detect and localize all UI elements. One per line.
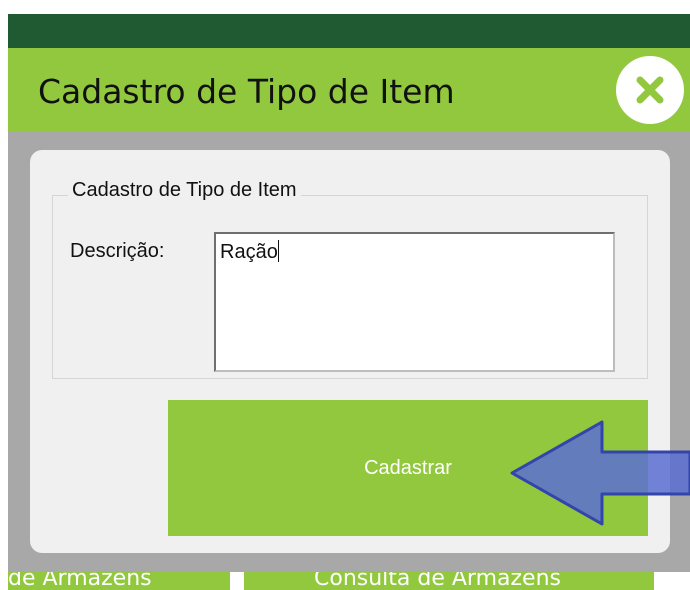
close-button[interactable]	[616, 56, 684, 124]
background-button-right: Consulta de Armazens	[244, 572, 654, 590]
description-field[interactable]: Ração	[214, 232, 615, 372]
close-icon	[636, 76, 664, 104]
pointer-arrow-icon	[510, 420, 690, 526]
background-button-left: de Armazens	[8, 572, 230, 590]
text-caret	[277, 240, 279, 262]
window-title: Cadastro de Tipo de Item	[38, 72, 455, 111]
description-label: Descrição:	[70, 240, 165, 262]
groupbox-title: Cadastro de Tipo de Item	[68, 179, 301, 202]
top-bar	[8, 14, 690, 48]
title-bar: Cadastro de Tipo de Item	[8, 48, 690, 132]
background-button-right-label: Consulta de Armazens	[314, 572, 561, 590]
cadastrar-button-label: Cadastrar	[364, 456, 452, 479]
background-button-left-label: de Armazens	[8, 572, 152, 590]
background-buttons: de Armazens Consulta de Armazens	[8, 572, 690, 590]
description-value: Ração	[220, 241, 278, 263]
